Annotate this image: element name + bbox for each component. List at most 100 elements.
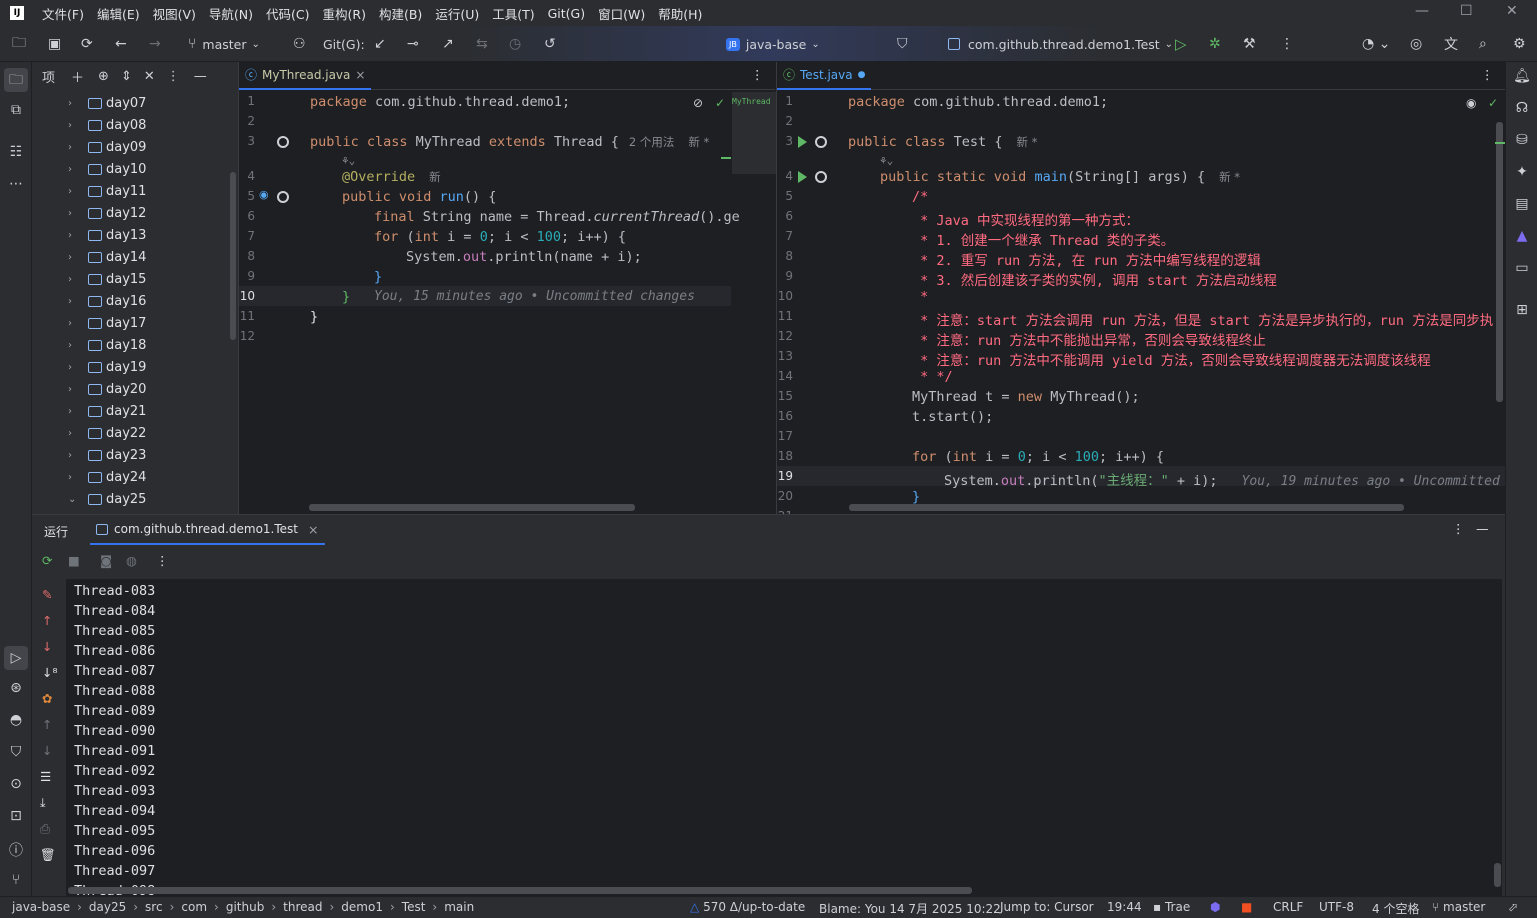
tree-folder-day08[interactable]: › day08	[68, 114, 146, 136]
rerun-icon[interactable]: ⟳	[42, 553, 52, 568]
lock-icon[interactable]: ⬀	[1508, 900, 1518, 914]
tab-mythread[interactable]: ⓒ MyThread.java ×	[239, 62, 372, 90]
menu-window[interactable]: 窗口(W)	[598, 4, 645, 23]
trae-widget[interactable]: ▪ Trae	[1153, 900, 1190, 914]
add-icon[interactable]: ＋	[71, 67, 84, 86]
menu-file[interactable]: 文件(F)	[42, 4, 84, 23]
menu-refactor[interactable]: 重构(R)	[323, 4, 366, 23]
vertical-scrollbar[interactable]	[1496, 122, 1503, 402]
tree-folder-day23[interactable]: › day23	[68, 444, 146, 466]
menu-view[interactable]: 视图(V)	[153, 4, 196, 23]
chevron-right-icon[interactable]: ›	[68, 274, 80, 285]
commit-tool-icon[interactable]: ⧉	[0, 102, 32, 118]
history-icon[interactable]: ◷	[509, 26, 521, 62]
ai-status-icon[interactable]: ⬢	[1210, 900, 1220, 914]
blame-status[interactable]: Blame: You 14 7月 2025 10:22	[819, 900, 1001, 917]
chevron-right-icon[interactable]: ›	[68, 186, 80, 197]
breadcrumb-item[interactable]: demo1	[341, 900, 383, 914]
chevron-right-icon[interactable]: ›	[68, 142, 80, 153]
run-gutter-icon[interactable]	[798, 136, 807, 148]
chevron-right-icon[interactable]: ›	[68, 208, 80, 219]
chevron-right-icon[interactable]: ›	[68, 340, 80, 351]
ai-chat-icon[interactable]: ☊	[1506, 100, 1537, 116]
open-folder-icon[interactable]: 🗀	[12, 26, 26, 62]
reader-mode-icon[interactable]: ⊘	[693, 96, 703, 110]
menu-run[interactable]: 运行(U)	[435, 4, 479, 23]
menu-code[interactable]: 代码(C)	[266, 4, 309, 23]
breadcrumb-item[interactable]: main	[444, 900, 474, 914]
document-icon[interactable]: ▤	[1506, 196, 1537, 212]
breadcrumb-item[interactable]: java-base	[12, 900, 70, 914]
hide-panel-icon[interactable]: —	[1476, 521, 1489, 536]
coverage-icon[interactable]: ⊞	[1506, 302, 1537, 318]
endpoints-tool-icon[interactable]: ⊙	[0, 776, 32, 792]
trash-icon[interactable]: 🗑︎	[40, 847, 56, 863]
rollback-icon[interactable]: ↺	[544, 26, 556, 62]
tab-test[interactable]: ⓒ Test.java ●	[777, 62, 872, 90]
bookmark-icon[interactable]: ▭	[1506, 260, 1537, 276]
chevron-right-icon[interactable]: ›	[68, 252, 80, 263]
console-output[interactable]: Thread-083 Thread-084 Thread-085 Thread-086…	[66, 579, 1502, 899]
vcs-status[interactable]: △ 570 Δ/up-to-date	[690, 900, 805, 914]
run-gutter-icon[interactable]	[798, 171, 807, 183]
collapse-all-icon[interactable]: ✕	[144, 69, 155, 84]
chevron-right-icon[interactable]: ›	[68, 406, 80, 417]
more-icon[interactable]: ⋮	[156, 553, 169, 568]
run-button[interactable]: ▷	[1175, 26, 1187, 62]
tree-folder-day21[interactable]: › day21	[68, 400, 146, 422]
settings-gear-icon[interactable]: ⚙	[1513, 26, 1526, 62]
save-icon[interactable]: ▣	[48, 26, 61, 62]
tree-folder-day10[interactable]: › day10	[68, 158, 146, 180]
menu-git[interactable]: Git(G)	[548, 6, 586, 21]
run-config-selector[interactable]: com.github.thread.demo1.Test ⌄	[948, 26, 1173, 62]
tree-folder-day07[interactable]: › day07	[68, 92, 146, 114]
options-icon[interactable]: ⋮	[1452, 521, 1465, 536]
chevron-right-icon[interactable]: ›	[68, 450, 80, 461]
override-gutter-icon[interactable]	[815, 136, 827, 148]
console-scrollbar[interactable]	[1494, 863, 1501, 887]
forward-icon[interactable]: →	[149, 26, 161, 62]
services-tool-icon[interactable]: ⊛	[0, 680, 32, 696]
arrow-up-icon[interactable]: ↑	[42, 613, 52, 628]
chevron-down-icon[interactable]: ⌄	[68, 494, 80, 505]
implements-gutter-icon[interactable]: ◉	[259, 188, 269, 201]
no-problems-check-icon[interactable]: ✓	[715, 96, 725, 110]
plugin-icon[interactable]: ▲	[1506, 228, 1537, 244]
chevron-right-icon[interactable]: ›	[68, 428, 80, 439]
soft-wrap-icon[interactable]: ☰	[40, 769, 51, 784]
chevron-right-icon[interactable]: ›	[68, 98, 80, 109]
filter-icon[interactable]: ✿	[42, 691, 52, 706]
stop-icon[interactable]: ■	[68, 553, 80, 568]
run-tool-icon[interactable]: ▷	[4, 646, 28, 670]
locate-icon[interactable]: ⊕	[98, 69, 109, 84]
inline-blame[interactable]: You, 19 minutes ago • Uncommitted	[1242, 474, 1500, 489]
chevron-right-icon[interactable]: ›	[68, 230, 80, 241]
chevron-right-icon[interactable]: ›	[68, 164, 80, 175]
expand-all-icon[interactable]: ⇕	[121, 69, 132, 84]
menu-edit[interactable]: 编辑(E)	[97, 4, 140, 23]
caret-position[interactable]: 19:44	[1107, 900, 1142, 914]
translate-icon[interactable]: 文	[1444, 26, 1458, 62]
menu-help[interactable]: 帮助(H)	[658, 4, 702, 23]
close-tab-icon[interactable]: ×	[308, 522, 318, 537]
more-actions-icon[interactable]: ⋮	[1280, 26, 1294, 62]
tree-folder-day14[interactable]: › day14	[68, 246, 146, 268]
breadcrumb-item[interactable]: day25	[89, 900, 126, 914]
sort-icon[interactable]: ↓⁸	[42, 665, 58, 680]
close-tab-icon[interactable]: ×	[355, 68, 365, 82]
app-logo-icon[interactable]: IJ	[10, 6, 24, 20]
terminal-tool-icon[interactable]: ⊡	[0, 808, 32, 824]
git-update-icon[interactable]: ↙	[374, 26, 386, 62]
inline-blame[interactable]: You, 15 minutes ago • Uncommitted change…	[374, 289, 695, 304]
jump-to-cursor[interactable]: Jump to: Cursor	[1000, 900, 1094, 914]
console-hscrollbar[interactable]	[68, 887, 972, 894]
camera-icon[interactable]: ◙	[100, 553, 112, 568]
horizontal-scrollbar[interactable]	[309, 504, 635, 511]
more-tools-icon[interactable]: ⋯	[0, 176, 32, 192]
next-icon[interactable]: ↓	[42, 743, 52, 758]
debug-button[interactable]: ✲	[1209, 26, 1221, 62]
chevron-right-icon[interactable]: ›	[68, 362, 80, 373]
chevron-right-icon[interactable]: ›	[68, 318, 80, 329]
file-encoding[interactable]: UTF-8	[1319, 900, 1354, 914]
close-window-icon[interactable]: ✕	[1506, 3, 1518, 19]
